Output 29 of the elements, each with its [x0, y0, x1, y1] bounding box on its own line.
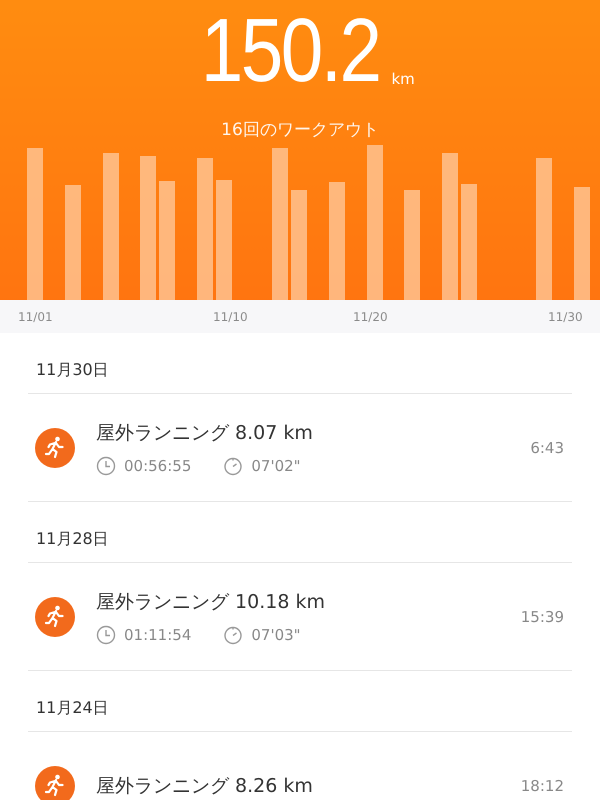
- workout-row[interactable]: 屋外ランニング 10.18 km 01:11:54 07'03" 15:39: [28, 563, 572, 671]
- pace-text: 07'02": [251, 456, 301, 474]
- date-header: 11月24日: [28, 671, 572, 732]
- workout-row[interactable]: 屋外ランニング 8.07 km 00:56:55 07'02" 6:43: [28, 394, 572, 502]
- stopwatch-icon: [223, 624, 244, 644]
- start-time: 15:39: [520, 608, 564, 626]
- date-label: 11/01: [18, 310, 53, 324]
- stopwatch-icon: [223, 456, 244, 476]
- start-time: 18:12: [520, 776, 564, 794]
- date-label: 11/30: [548, 310, 583, 324]
- workout-title: 屋外ランニング 8.07 km: [96, 420, 314, 446]
- pace-text: 07'03": [251, 626, 301, 644]
- distance-unit: km: [391, 70, 415, 88]
- date-label: 11/10: [213, 310, 248, 324]
- runner-icon: [35, 428, 75, 468]
- clock-icon: [96, 624, 116, 644]
- date-header: 11月28日: [28, 502, 572, 563]
- workout-title: 屋外ランニング 8.26 km: [96, 774, 314, 798]
- date-label: 11/20: [353, 310, 388, 324]
- runner-icon: [35, 596, 75, 636]
- date-header: 11月30日: [28, 333, 572, 394]
- duration-text: 00:56:55: [124, 456, 192, 474]
- workout-title: 屋外ランニング 10.18 km: [96, 590, 326, 614]
- start-time: 6:43: [530, 438, 564, 456]
- total-distance: 150.2: [200, 6, 380, 96]
- workout-count: 16回のワークアウト: [220, 119, 380, 141]
- clock-icon: [96, 456, 116, 476]
- workout-row[interactable]: 屋外ランニング 8.26 km 18:12: [28, 732, 572, 800]
- duration-text: 01:11:54: [124, 626, 192, 644]
